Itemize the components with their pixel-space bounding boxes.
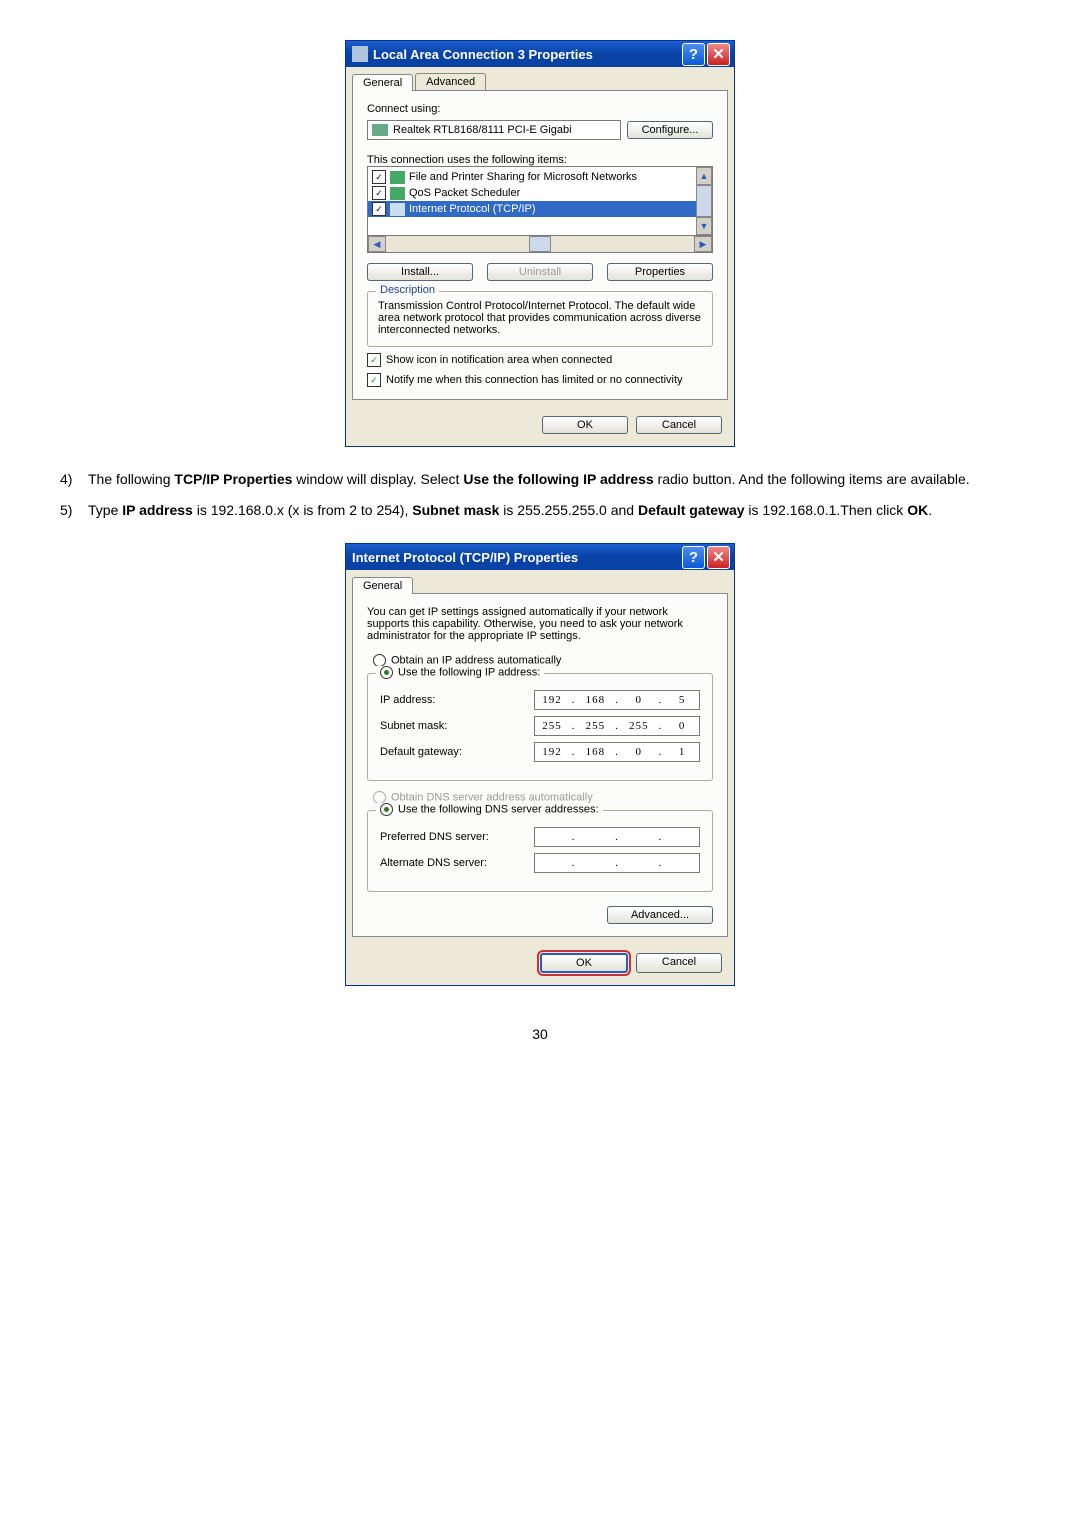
radio-label: Use the following IP address: [398, 667, 540, 679]
checkbox-icon: ✓ [367, 373, 381, 387]
radio-label: Obtain DNS server address automatically [391, 792, 593, 804]
nic-icon [372, 124, 388, 136]
cancel-button[interactable]: Cancel [636, 953, 722, 973]
local-area-connection-properties-dialog: Local Area Connection 3 Properties ? ✕ G… [345, 40, 735, 447]
close-button[interactable]: ✕ [707, 546, 730, 569]
tab-advanced[interactable]: Advanced [415, 73, 486, 90]
network-icon [352, 46, 368, 62]
use-following-ip-radio[interactable]: Use the following IP address: [376, 666, 544, 679]
list-item[interactable]: ✓ QoS Packet Scheduler [368, 185, 712, 201]
titlebar[interactable]: Internet Protocol (TCP/IP) Properties ? … [346, 544, 734, 570]
scroll-right-icon[interactable]: ▶ [694, 236, 712, 252]
dialog-footer: OK Cancel [346, 943, 734, 985]
adapter-field: Realtek RTL8168/8111 PCI-E Gigabi [367, 120, 621, 140]
alternate-dns-label: Alternate DNS server: [380, 857, 534, 869]
advanced-button[interactable]: Advanced... [607, 906, 713, 924]
close-button[interactable]: ✕ [707, 43, 730, 66]
cancel-button[interactable]: Cancel [636, 416, 722, 434]
instructions-text: 4) The following TCP/IP Properties windo… [60, 467, 1020, 523]
help-button[interactable]: ? [682, 43, 705, 66]
step-text: The following TCP/IP Properties window w… [88, 467, 1020, 492]
list-item-label: QoS Packet Scheduler [409, 187, 520, 199]
ip-fieldset: Use the following IP address: IP address… [367, 673, 713, 781]
show-icon-checkbox[interactable]: ✓ Show icon in notification area when co… [367, 353, 713, 367]
subnet-mask-input[interactable]: 255.255.255.0 [534, 716, 700, 736]
dialog-footer: OK Cancel [346, 406, 734, 446]
scroll-thumb[interactable] [529, 236, 551, 252]
list-item-label: Internet Protocol (TCP/IP) [409, 203, 536, 215]
preferred-dns-label: Preferred DNS server: [380, 831, 534, 843]
connection-items-list[interactable]: ✓ File and Printer Sharing for Microsoft… [367, 166, 713, 236]
ip-address-input[interactable]: 192.168.0.5 [534, 690, 700, 710]
radio-icon [380, 666, 393, 679]
description-text: Transmission Control Protocol/Internet P… [378, 300, 702, 336]
step-text: Type IP address is 192.168.0.x (x is fro… [88, 498, 1020, 523]
service-icon [390, 171, 405, 184]
checkbox-icon[interactable]: ✓ [372, 202, 386, 216]
install-button[interactable]: Install... [367, 263, 473, 281]
dns-fieldset: Use the following DNS server addresses: … [367, 810, 713, 892]
scroll-up-icon[interactable]: ▲ [696, 167, 712, 185]
use-following-dns-radio[interactable]: Use the following DNS server addresses: [376, 803, 603, 816]
alternate-dns-input[interactable]: ... [534, 853, 700, 873]
description-group: Description Transmission Control Protoco… [367, 291, 713, 347]
vertical-scrollbar[interactable]: ▲ ▼ [696, 167, 712, 235]
tab-general[interactable]: General [352, 577, 413, 594]
checkbox-icon: ✓ [367, 353, 381, 367]
intro-text: You can get IP settings assigned automat… [367, 606, 713, 642]
ok-button[interactable]: OK [540, 953, 628, 973]
scroll-down-icon[interactable]: ▼ [696, 217, 712, 235]
list-item[interactable]: ✓ File and Printer Sharing for Microsoft… [368, 169, 712, 185]
checkbox-icon[interactable]: ✓ [372, 186, 386, 200]
uninstall-button[interactable]: Uninstall [487, 263, 593, 281]
connect-using-label: Connect using: [367, 103, 713, 115]
configure-button[interactable]: Configure... [627, 121, 713, 139]
general-panel: You can get IP settings assigned automat… [352, 594, 728, 937]
general-panel: Connect using: Realtek RTL8168/8111 PCI-… [352, 91, 728, 400]
scroll-left-icon[interactable]: ◀ [368, 236, 386, 252]
default-gateway-label: Default gateway: [380, 746, 534, 758]
adapter-name: Realtek RTL8168/8111 PCI-E Gigabi [393, 124, 572, 136]
ip-address-label: IP address: [380, 694, 534, 706]
help-button[interactable]: ? [682, 546, 705, 569]
protocol-icon [390, 203, 405, 216]
notify-limited-checkbox[interactable]: ✓ Notify me when this connection has lim… [367, 373, 713, 387]
tab-general[interactable]: General [352, 74, 413, 91]
subnet-mask-label: Subnet mask: [380, 720, 534, 732]
items-label: This connection uses the following items… [367, 154, 713, 166]
ok-button[interactable]: OK [542, 416, 628, 434]
radio-icon [380, 803, 393, 816]
radio-label: Use the following DNS server addresses: [398, 804, 599, 816]
preferred-dns-input[interactable]: ... [534, 827, 700, 847]
checkbox-icon[interactable]: ✓ [372, 170, 386, 184]
properties-button[interactable]: Properties [607, 263, 713, 281]
horizontal-scrollbar[interactable]: ◀ ▶ [367, 236, 713, 253]
description-title: Description [376, 284, 439, 296]
list-item-label: File and Printer Sharing for Microsoft N… [409, 171, 637, 183]
page-number: 30 [60, 1026, 1020, 1042]
default-gateway-input[interactable]: 192.168.0.1 [534, 742, 700, 762]
tcpip-properties-dialog: Internet Protocol (TCP/IP) Properties ? … [345, 543, 735, 986]
window-title: Local Area Connection 3 Properties [373, 47, 680, 62]
service-icon [390, 187, 405, 200]
checkbox-label: Notify me when this connection has limit… [386, 374, 683, 386]
tab-strip: General [352, 576, 728, 594]
checkbox-label: Show icon in notification area when conn… [386, 354, 612, 366]
scroll-thumb[interactable] [696, 185, 712, 217]
step-number: 4) [60, 467, 88, 492]
radio-label: Obtain an IP address automatically [391, 655, 561, 667]
list-item[interactable]: ✓ Internet Protocol (TCP/IP) [368, 201, 712, 217]
titlebar[interactable]: Local Area Connection 3 Properties ? ✕ [346, 41, 734, 67]
step-number: 5) [60, 498, 88, 523]
tab-strip: General Advanced [352, 73, 728, 91]
window-title: Internet Protocol (TCP/IP) Properties [352, 550, 680, 565]
